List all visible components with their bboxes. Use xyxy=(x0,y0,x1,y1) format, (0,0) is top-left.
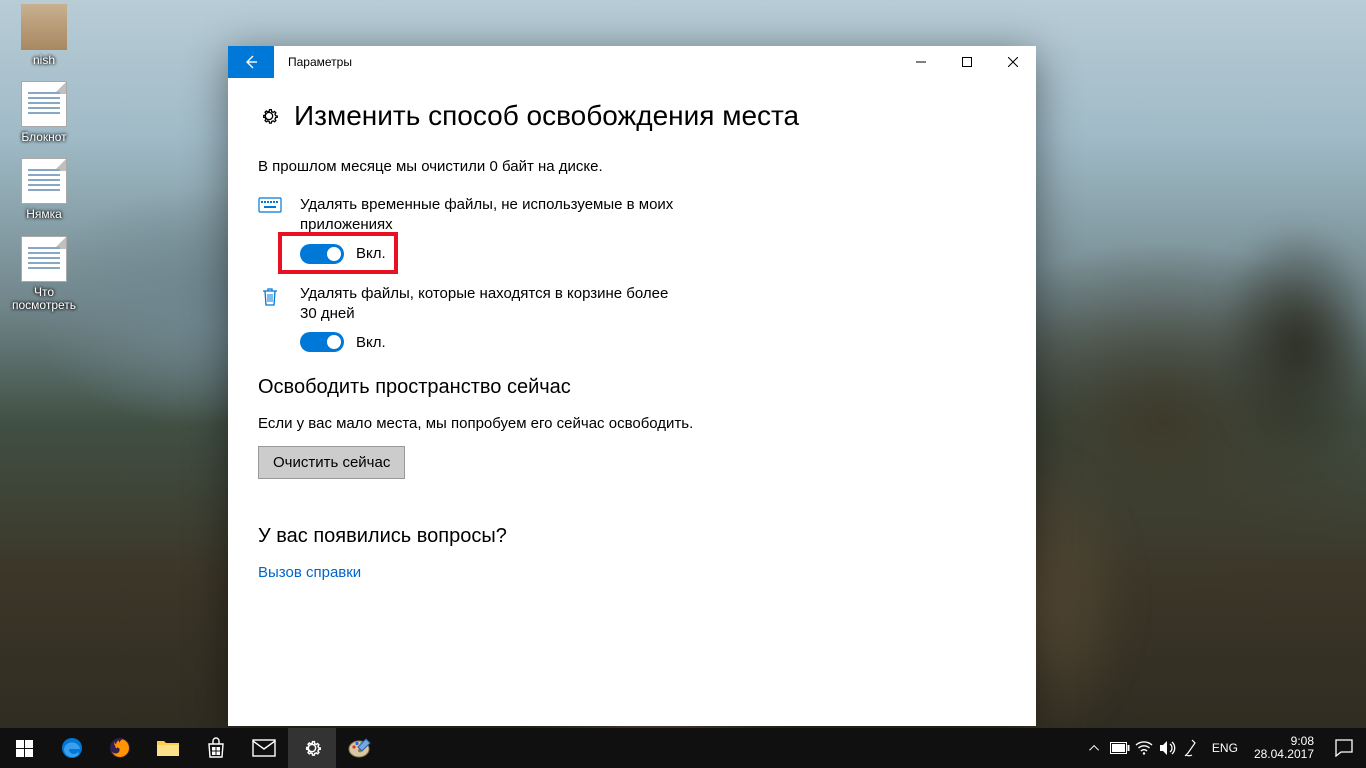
status-text: В прошлом месяце мы очистили 0 байт на д… xyxy=(258,158,1006,175)
tray-wifi[interactable] xyxy=(1132,728,1156,768)
volume-icon xyxy=(1159,740,1177,756)
tray-overflow[interactable] xyxy=(1084,728,1108,768)
windows-logo-icon xyxy=(16,740,33,757)
tray-clock[interactable]: 9:08 28.04.2017 xyxy=(1246,728,1322,768)
keyboard-icon xyxy=(258,195,282,264)
folder-icon xyxy=(21,4,67,50)
page-heading: Изменить способ освобождения места xyxy=(294,100,799,132)
help-link[interactable]: Вызов справки xyxy=(258,564,1006,581)
mail-icon xyxy=(252,739,276,757)
wifi-icon xyxy=(1135,741,1153,755)
battery-icon xyxy=(1110,742,1130,754)
section-heading-free-now: Освободить пространство сейчас xyxy=(258,376,1006,399)
gear-icon xyxy=(258,105,280,127)
desktop-icon-doc[interactable]: Что посмотреть xyxy=(8,236,80,312)
desktop-icons: nish Блокнот Нямка Что посмотреть xyxy=(8,4,80,312)
back-button[interactable] xyxy=(228,46,274,78)
close-icon xyxy=(1008,57,1018,67)
minimize-button[interactable] xyxy=(898,46,944,78)
desktop-icon-folder[interactable]: nish xyxy=(8,4,80,67)
paint-icon xyxy=(348,737,372,759)
taskbar-paint[interactable] xyxy=(336,728,384,768)
toggle-recycle-bin[interactable] xyxy=(300,332,344,352)
close-button[interactable] xyxy=(990,46,1036,78)
store-icon xyxy=(205,737,227,759)
start-button[interactable] xyxy=(0,728,48,768)
minimize-icon xyxy=(916,57,926,67)
clean-now-button[interactable]: Очистить сейчас xyxy=(258,446,405,479)
window-title: Параметры xyxy=(274,46,366,78)
document-icon xyxy=(21,81,67,127)
tray-date: 28.04.2017 xyxy=(1254,748,1314,761)
option-temp-files: Удалять временные файлы, не используемые… xyxy=(258,195,1006,264)
trash-icon xyxy=(258,284,282,353)
section-text: Если у вас мало места, мы попробуем его … xyxy=(258,415,1006,432)
tray-language[interactable]: ENG xyxy=(1204,728,1246,768)
taskbar-firefox[interactable] xyxy=(96,728,144,768)
chevron-up-icon xyxy=(1092,745,1099,752)
option-recycle-bin: Удалять файлы, которые находятся в корзи… xyxy=(258,284,1006,353)
taskbar-mail[interactable] xyxy=(240,728,288,768)
option-label: Удалять файлы, которые находятся в корзи… xyxy=(300,284,680,325)
taskbar-store[interactable] xyxy=(192,728,240,768)
toggle-state-label: Вкл. xyxy=(356,334,386,351)
maximize-icon xyxy=(962,57,972,67)
maximize-button[interactable] xyxy=(944,46,990,78)
desktop-icon-doc[interactable]: Блокнот xyxy=(8,81,80,144)
tray-battery[interactable] xyxy=(1108,728,1132,768)
gear-icon xyxy=(301,737,323,759)
tray-pen[interactable] xyxy=(1180,728,1204,768)
document-icon xyxy=(21,236,67,282)
desktop-icon-label: Блокнот xyxy=(21,131,66,144)
desktop-icon-doc[interactable]: Нямка xyxy=(8,158,80,221)
titlebar[interactable]: Параметры xyxy=(228,46,1036,78)
back-arrow-icon xyxy=(243,54,259,70)
pen-icon xyxy=(1184,739,1200,757)
toggle-state-label: Вкл. xyxy=(356,245,386,262)
settings-window: Параметры Изменить способ освобождения м… xyxy=(228,46,1036,726)
action-center-icon xyxy=(1335,739,1353,757)
desktop-icon-label: Что посмотреть xyxy=(8,286,80,312)
taskbar-edge[interactable] xyxy=(48,728,96,768)
desktop-icon-label: Нямка xyxy=(26,208,62,221)
desktop-icon-label: nish xyxy=(33,54,55,67)
option-label: Удалять временные файлы, не используемые… xyxy=(300,195,680,236)
taskbar-file-explorer[interactable] xyxy=(144,728,192,768)
window-content: Изменить способ освобождения места В про… xyxy=(228,78,1036,591)
section-heading-help: У вас появились вопросы? xyxy=(258,525,1006,548)
taskbar: ENG 9:08 28.04.2017 xyxy=(0,728,1366,768)
document-icon xyxy=(21,158,67,204)
edge-icon xyxy=(60,736,84,760)
firefox-icon xyxy=(108,736,132,760)
tray-volume[interactable] xyxy=(1156,728,1180,768)
taskbar-settings[interactable] xyxy=(288,728,336,768)
tray-action-center[interactable] xyxy=(1322,739,1366,757)
file-explorer-icon xyxy=(156,738,180,758)
toggle-temp-files[interactable] xyxy=(300,244,344,264)
